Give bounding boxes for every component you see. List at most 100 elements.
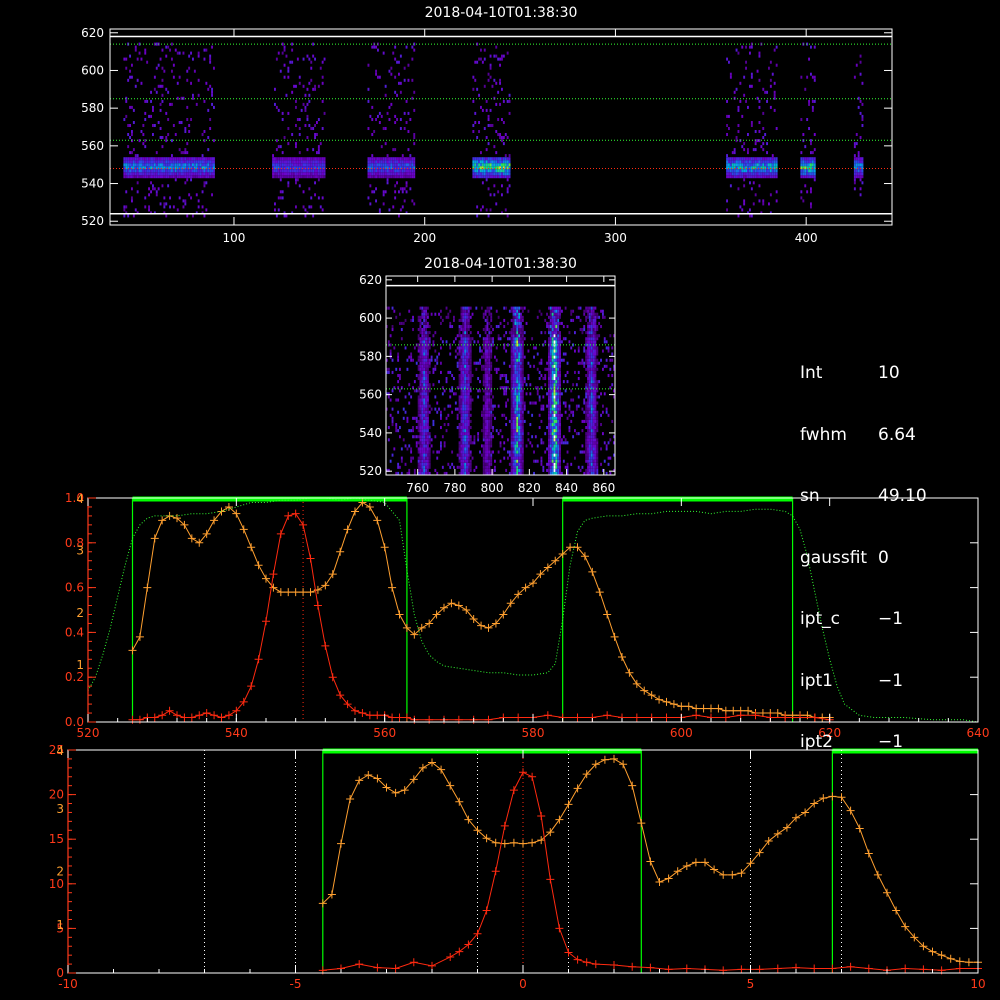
heatmap-2-cell: [585, 444, 588, 448]
heatmap-1-cell: [132, 169, 135, 173]
heatmap-2-cell: [440, 441, 442, 445]
heatmap-2-cell: [464, 438, 467, 442]
heatmap-2-cell: [425, 450, 427, 454]
heatmap-1-cell: [371, 154, 374, 158]
heatmap-1-cell: [293, 172, 296, 176]
heatmap-1-cell: [487, 72, 490, 76]
heatmap-2-cell: [553, 395, 556, 399]
heatmap-2-cell: [460, 444, 463, 448]
heatmap-1-cell: [485, 99, 488, 103]
heatmap-1-cell: [861, 181, 864, 185]
heatmap-2-cell: [592, 352, 595, 356]
heatmap-1-cell: [203, 130, 206, 134]
heatmap-2-cell: [587, 398, 589, 402]
heatmap-2-cell: [590, 444, 593, 448]
heatmap-1-cell: [148, 187, 151, 191]
heatmap-2-cell: [587, 453, 589, 457]
heatmap-2-cell: [577, 432, 580, 436]
heatmap-2-cell: [553, 364, 556, 368]
heatmap-2-cell: [482, 377, 485, 381]
heatmap-2-cell: [520, 435, 522, 439]
heatmap-1-cell: [172, 205, 175, 209]
heatmap-2-cell: [512, 318, 515, 322]
heatmap-2-cell: [417, 358, 420, 362]
heatmap-2-cell: [549, 334, 552, 338]
heatmap-1-cell: [317, 196, 320, 200]
heatmap-1-cell: [129, 151, 132, 155]
heatmap-2-cell: [518, 328, 521, 332]
heatmap-1-cell: [481, 181, 484, 185]
heatmap-2-cell: [581, 419, 584, 423]
heatmap-2-cell: [488, 462, 491, 466]
heatmap-1-cell: [728, 163, 730, 167]
heatmap-2-cell: [482, 337, 485, 341]
heatmap-2-cell: [605, 447, 608, 451]
heatmap-2-cell: [555, 370, 558, 374]
heatmap-2-cell: [494, 355, 496, 359]
heatmap-2-cell: [508, 364, 511, 368]
heatmap-2-cell: [466, 465, 468, 469]
heatmap-1-cell: [766, 99, 769, 103]
heatmap-1-cell: [163, 196, 166, 200]
heatmap-1-cell: [506, 190, 509, 194]
heatmap-1-cell: [182, 172, 185, 176]
heatmap-2-cell: [512, 337, 515, 341]
heatmap-1-cell: [481, 157, 484, 161]
heatmap-1-cell: [211, 175, 214, 179]
heatmap-1-cell: [726, 169, 729, 173]
heatmap-1-cell: [739, 163, 742, 167]
heatmap-1-cell: [277, 160, 280, 164]
line-plot-1-series-0-point: [247, 543, 256, 552]
heatmap-1-cell: [199, 175, 202, 179]
heatmap-2-cell: [408, 355, 411, 359]
heatmap-2-cell: [469, 413, 472, 417]
heatmap-2-cell: [417, 450, 420, 454]
heatmap-2-cell: [518, 352, 521, 356]
heatmap-1-cell: [810, 169, 812, 173]
heatmap-1-cell: [401, 190, 404, 194]
heatmap-2-cell: [488, 419, 491, 423]
heatmap-2-cell: [467, 328, 470, 332]
heatmap-2-cell: [486, 361, 489, 365]
heatmap-2-cell: [466, 468, 468, 472]
heatmap-2-cell: [484, 312, 487, 316]
heatmap-1-cell: [497, 160, 500, 164]
heatmap-1-cell: [754, 148, 757, 152]
heatmap-2-cell: [557, 468, 560, 472]
heatmap-2-cell: [484, 383, 487, 387]
heatmap-2-cell: [488, 416, 491, 420]
heatmap-2-cell: [486, 426, 489, 430]
heatmap-2-cell: [482, 374, 485, 378]
heatmap-1-cell: [291, 133, 294, 137]
heatmap-2-cell: [464, 383, 467, 387]
heatmap-2-cell: [428, 325, 431, 329]
heatmap-1-cell: [384, 169, 387, 173]
heatmap-2-cell: [588, 361, 591, 365]
heatmap-1-cell: [272, 169, 275, 173]
heatmap-2-cell: [607, 441, 610, 445]
heatmap-1-cell: [726, 172, 729, 176]
heatmap-1-cell: [394, 121, 397, 125]
heatmap-2-cell: [486, 349, 489, 353]
heatmap-1-cell: [136, 78, 139, 82]
line-plot-1-series-0-point: [321, 581, 330, 590]
heatmap-1-cell: [804, 172, 807, 176]
heatmap-2-cell: [427, 447, 429, 451]
heatmap-1-cell: [749, 208, 751, 212]
heatmap-2-cell: [466, 416, 468, 420]
heatmap-1-cell: [127, 145, 130, 149]
heatmap-1-cell: [153, 124, 156, 128]
heatmap-1-cell: [382, 193, 385, 197]
heatmap-1-cell: [382, 202, 385, 206]
heatmap-2-cell: [549, 450, 552, 454]
heatmap-1-cell: [728, 169, 730, 173]
heatmap-2-cell: [419, 306, 422, 310]
heatmap-2-cell: [520, 444, 522, 448]
heatmap-1-cell: [800, 196, 803, 200]
heatmap-1-cell: [314, 124, 317, 128]
heatmap-2-cell: [399, 374, 401, 378]
heatmap-2-cell: [466, 352, 468, 356]
heatmap-2-cell: [428, 410, 431, 414]
heatmap-2-cell: [521, 447, 524, 451]
heatmap-1-cell: [197, 78, 200, 82]
